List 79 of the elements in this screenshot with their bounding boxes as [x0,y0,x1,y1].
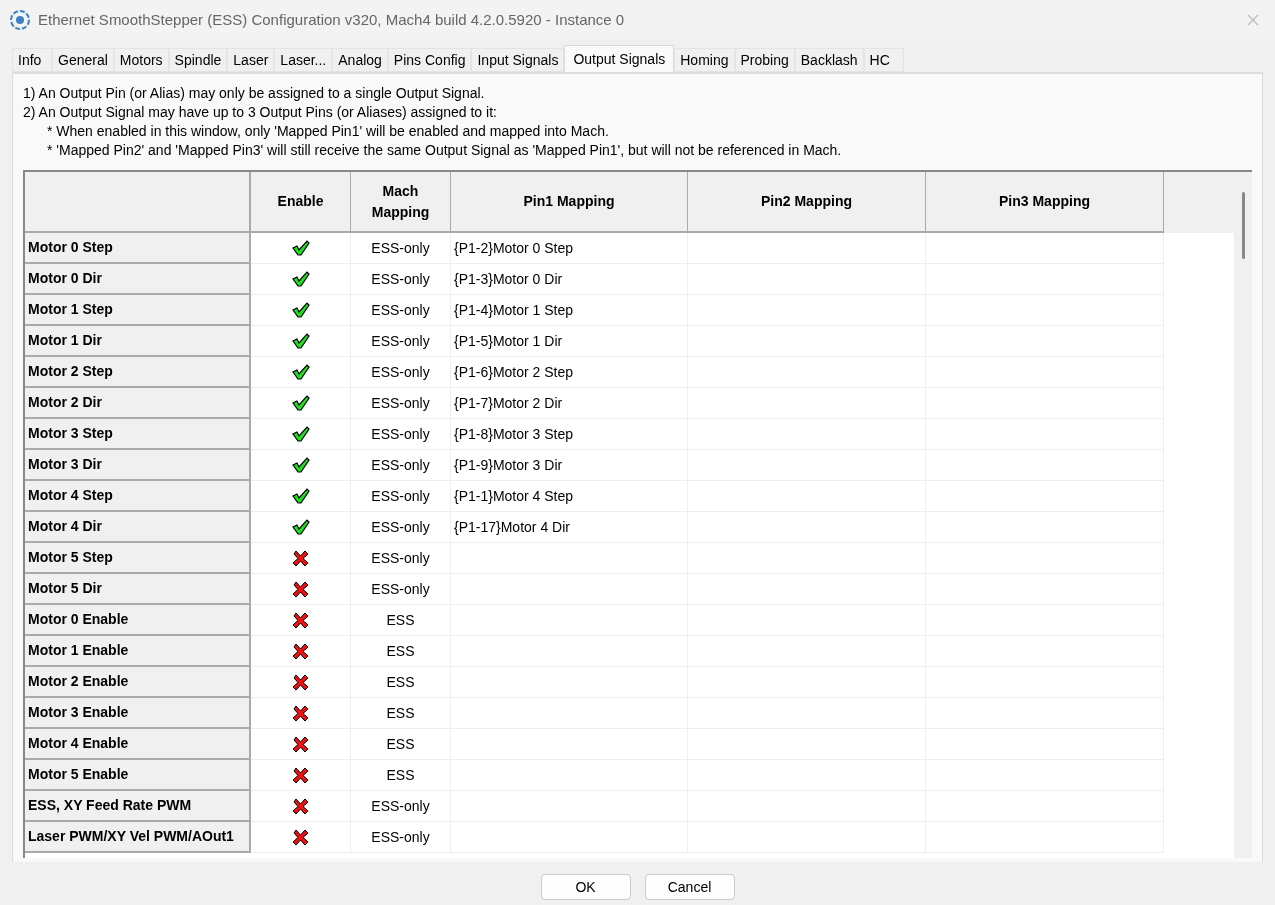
table-cell: ESS-only [351,233,451,264]
row-header: Laser PWM/XY Vel PWM/AOut1 [25,822,251,853]
table-cell: {P1-1}Motor 4 Step [451,481,688,512]
table-cell: ESS-only [351,512,451,543]
table-cell: ESS-only [351,574,451,605]
row-header: Motor 2 Dir [25,388,251,419]
tab[interactable]: Homing [674,48,735,72]
row-header: Motor 1 Step [25,295,251,326]
row-header: Motor 1 Dir [25,326,251,357]
table-cell: ESS-only [351,543,451,574]
tab[interactable]: Spindle [168,48,228,72]
row-header: Motor 3 Enable [25,698,251,729]
table-cell: {P1-9}Motor 3 Dir [451,450,688,481]
column-header: Pin1 Mapping [451,172,688,233]
dialog-button[interactable]: OK [540,874,631,900]
row-header: Motor 2 Step [25,357,251,388]
tab[interactable]: General [52,48,114,72]
close-icon[interactable] [1247,14,1259,26]
row-header: Motor 4 Step [25,481,251,512]
column-header: Pin2 Mapping [688,172,926,233]
tab[interactable]: Motors [113,48,169,72]
tab[interactable]: Laser [227,48,275,72]
table-cell: ESS-only [351,450,451,481]
table-cell: {P1-6}Motor 2 Step [451,357,688,388]
row-header: Motor 2 Enable [25,667,251,698]
row-header: Motor 4 Enable [25,729,251,760]
row-header: ESS, XY Feed Rate PWM [25,791,251,822]
note-text: * When enabled in this window, only 'Mapped Pin1' will be enabled and mapped into Mach. [46,122,610,141]
table-cell: ESS-only [351,326,451,357]
row-header: Motor 0 Dir [25,264,251,295]
table-cell: {P1-7}Motor 2 Dir [451,388,688,419]
tab[interactable]: Backlash [794,48,864,72]
dialog-button[interactable]: Cancel [644,874,735,900]
table-cell: ESS-only [351,822,451,853]
table-cell: ESS-only [351,264,451,295]
row-header: Motor 0 Enable [25,605,251,636]
tab[interactable]: Output Signals [564,45,675,73]
table-cell: ESS [351,729,451,760]
table-cell: ESS-only [351,357,451,388]
table-cell: {P1-3}Motor 0 Dir [451,264,688,295]
row-header: Motor 5 Dir [25,574,251,605]
row-header: Motor 3 Step [25,419,251,450]
row-header: Motor 0 Step [25,233,251,264]
table-cell: ESS [351,605,451,636]
table-cell: {P1-2}Motor 0 Step [451,233,688,264]
note-text: * 'Mapped Pin2' and 'Mapped Pin3' will still receive the same Output Signal as 'Mapped Pin1', but will not be referenced in Mach. [46,141,843,160]
tab[interactable]: Laser... [274,48,333,72]
tab[interactable]: HC [863,48,904,72]
tab[interactable]: Pins Config [387,48,472,72]
table-cell: {P1-4}Motor 1 Step [451,295,688,326]
window-title: Ethernet SmoothStepper (ESS) Configuration v320, Mach4 build 4.2.0.5920 - Instance 0 [38,9,626,30]
column-header: Enable [251,172,351,233]
row-header: Motor 4 Dir [25,512,251,543]
table-cell: ESS-only [351,295,451,326]
column-header: Mach Mapping [351,172,451,233]
table-cell: ESS-only [351,481,451,512]
note-text: 2) An Output Signal may have up to 3 Output Pins (or Aliases) assigned to it: [23,103,498,122]
tab[interactable]: Probing [734,48,795,72]
table-cell: ESS [351,698,451,729]
tab[interactable]: Analog [332,48,388,72]
row-header: Motor 5 Step [25,543,251,574]
table-cell: {P1-5}Motor 1 Dir [451,326,688,357]
row-header: Motor 5 Enable [25,760,251,791]
table-cell: ESS-only [351,791,451,822]
table-cell: ESS-only [351,419,451,450]
note-text: 1) An Output Pin (or Alias) may only be assigned to a single Output Signal. [23,84,486,103]
table-cell: {P1-8}Motor 3 Step [451,419,688,450]
scrollbar-thumb[interactable] [1241,192,1245,259]
table-cell: ESS-only [351,388,451,419]
scrollbar[interactable] [1234,172,1252,858]
table-cell: ESS [351,636,451,667]
tab[interactable]: Info [12,48,52,72]
app-logo-icon [10,10,30,30]
table-cell: {P1-17}Motor 4 Dir [451,512,688,543]
table-cell: ESS [351,760,451,791]
tab[interactable]: Input Signals [471,48,565,72]
row-header: Motor 3 Dir [25,450,251,481]
row-header: Motor 1 Enable [25,636,251,667]
table-cell: ESS [351,667,451,698]
